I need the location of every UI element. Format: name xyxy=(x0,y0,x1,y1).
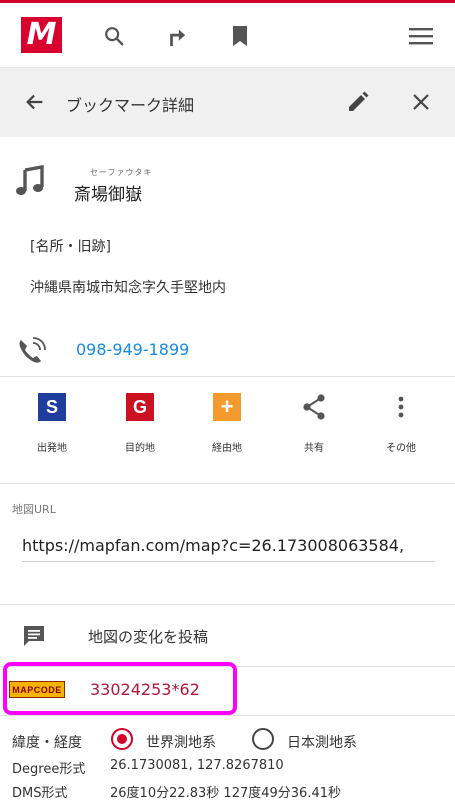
set-via-label: 経由地 xyxy=(212,443,242,454)
degree-format-label: Degree形式 xyxy=(12,762,86,777)
japan-geodetic-radio[interactable] xyxy=(252,728,274,750)
bookmark-icon[interactable] xyxy=(227,23,253,49)
set-start-button[interactable]: S 出発地 xyxy=(22,393,82,463)
mapcode-logo-text: MAPCODE xyxy=(12,684,62,695)
via-icon: + xyxy=(213,393,241,421)
top-app-bar: M xyxy=(0,0,455,68)
map-url-label: 地図URL xyxy=(12,503,56,516)
mapfan-logo[interactable]: M xyxy=(21,17,62,53)
place-category: [名所・旧跡] xyxy=(30,239,111,255)
back-arrow-icon[interactable] xyxy=(21,88,49,116)
place-name-reading: セーファウタキ xyxy=(90,168,153,177)
edit-icon[interactable] xyxy=(344,88,372,116)
divider xyxy=(0,604,455,605)
dms-format-label: DMS形式 xyxy=(12,786,68,801)
japan-geodetic-label: 日本測地系 xyxy=(287,735,357,751)
divider xyxy=(0,715,455,716)
set-start-label: 出発地 xyxy=(37,443,67,454)
music-note-icon xyxy=(14,164,46,197)
dms-format-value: 26度10分22.83秒 127度49分36.41秒 xyxy=(110,786,342,801)
divider xyxy=(0,376,455,377)
phone-icon xyxy=(16,337,46,365)
share-icon xyxy=(300,393,328,421)
goal-icon: G xyxy=(126,393,154,421)
place-name: 斎場御嶽 xyxy=(74,185,142,205)
logo-text: M xyxy=(26,17,57,52)
world-geodetic-label: 世界測地系 xyxy=(146,735,216,751)
share-label: 共有 xyxy=(304,443,324,454)
more-label: その他 xyxy=(386,443,416,454)
degree-format-value: 26.1730081, 127.8267810 xyxy=(110,758,284,773)
route-icon[interactable] xyxy=(164,23,190,49)
phone-number-link[interactable]: 098-949-1899 xyxy=(76,340,189,359)
comment-icon xyxy=(22,624,46,648)
coords-label: 緯度・経度 xyxy=(12,735,82,751)
map-url-field[interactable]: https://mapfan.com/map?c=26.173008063584… xyxy=(22,536,435,562)
more-vert-icon xyxy=(387,393,415,421)
close-icon[interactable] xyxy=(407,88,435,116)
divider xyxy=(0,483,455,484)
mapcode-value[interactable]: 33024253*62 xyxy=(90,680,200,699)
mapcode-logo: MAPCODE xyxy=(9,681,65,698)
place-address: 沖縄県南城市知念字久手堅地内 xyxy=(30,280,226,296)
set-goal-label: 目的地 xyxy=(125,443,155,454)
menu-icon[interactable] xyxy=(408,23,434,49)
set-goal-button[interactable]: G 目的地 xyxy=(110,393,170,463)
page-title: ブックマーク詳細 xyxy=(66,96,195,115)
share-button[interactable]: 共有 xyxy=(284,393,344,463)
world-geodetic-radio[interactable] xyxy=(111,728,133,750)
set-via-button[interactable]: + 経由地 xyxy=(197,393,257,463)
detail-header: ブックマーク詳細 xyxy=(0,68,455,137)
start-icon: S xyxy=(38,393,66,421)
search-icon[interactable] xyxy=(101,23,127,49)
more-button[interactable]: その他 xyxy=(371,393,431,463)
post-map-change-link[interactable]: 地図の変化を投稿 xyxy=(88,626,208,647)
